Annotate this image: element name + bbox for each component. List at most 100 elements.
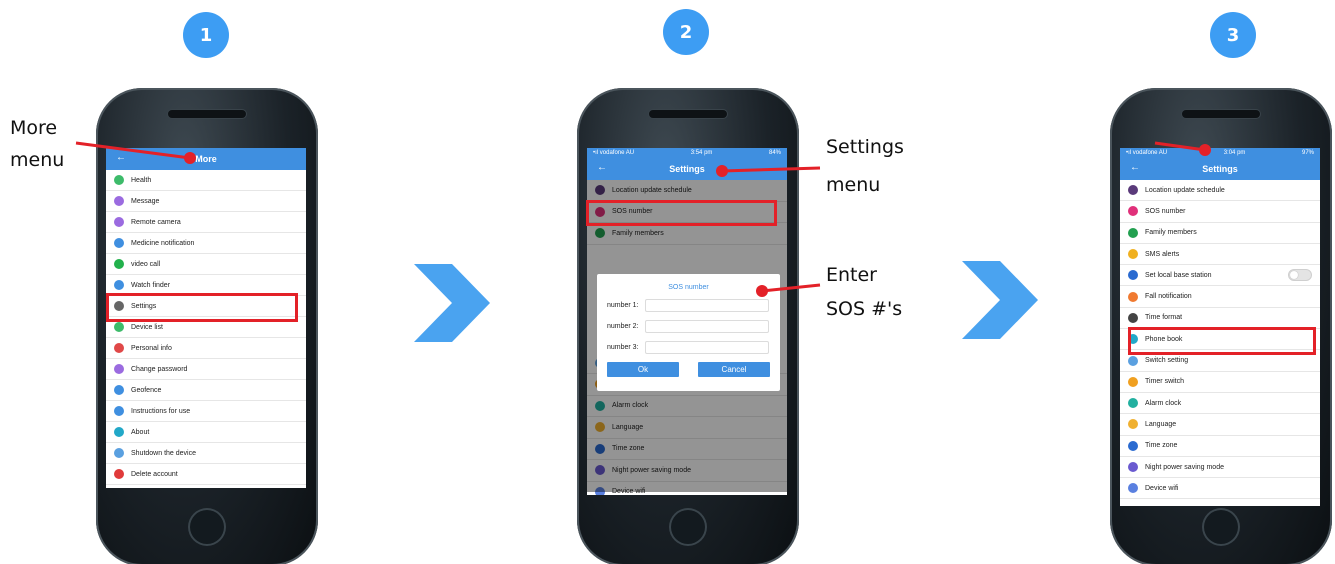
speaker-icon xyxy=(1182,110,1260,118)
list-item[interactable]: Medicine notification xyxy=(106,233,306,254)
number-2-input[interactable] xyxy=(645,320,769,333)
list-item[interactable]: Personal info xyxy=(106,338,306,359)
battery-text: 97% xyxy=(1301,150,1314,156)
list-item-label: Medicine notification xyxy=(131,239,195,247)
number-3-input[interactable] xyxy=(645,341,769,354)
list-item-label: Health xyxy=(131,176,152,184)
list-item-label: Change password xyxy=(131,365,188,373)
step-badge-2: 2 xyxy=(663,9,709,55)
list-item[interactable]: Health xyxy=(106,170,306,191)
chevron-right-icon xyxy=(414,264,490,342)
list-item-label: Delete account xyxy=(131,470,178,478)
list-item[interactable]: Location update schedule xyxy=(1120,180,1320,202)
book-icon xyxy=(114,406,124,416)
back-arrow-icon[interactable]: ← xyxy=(116,152,126,163)
settings-titlebar: ← Settings xyxy=(587,158,787,180)
list-item-label: Remote camera xyxy=(131,218,181,226)
list-item[interactable]: Family members xyxy=(1120,223,1320,244)
list-item-label: Time format xyxy=(1145,314,1183,322)
list-item-label: Shutdown the device xyxy=(131,449,196,457)
sos-number-dialog: SOS number number 1: number 2: number 3:… xyxy=(597,274,780,391)
bell-icon xyxy=(114,238,124,248)
geofence-icon xyxy=(114,385,124,395)
list-item-label: Timer switch xyxy=(1145,378,1185,386)
phone-3: •ıl vodafone AU 3:04 pm 97% ← Settings L… xyxy=(1110,88,1332,564)
list-item[interactable]: Set local base station xyxy=(1120,265,1320,287)
base-station-toggle[interactable] xyxy=(1288,269,1312,282)
list-item[interactable]: Time format xyxy=(1120,308,1320,330)
list-item[interactable]: Geofence xyxy=(106,380,306,401)
base-station-icon xyxy=(1128,270,1138,281)
list-item-label: Message xyxy=(131,197,160,205)
wifi-icon xyxy=(1128,483,1138,494)
callout-more-menu: More menu xyxy=(10,112,64,176)
list-item[interactable]: Shutdown the device xyxy=(106,443,306,464)
list-item[interactable]: Message xyxy=(106,191,306,212)
clock-text: 3:04 pm xyxy=(1223,150,1246,156)
callout-text: SOS #'s xyxy=(826,298,903,320)
number-1-label: number 1: xyxy=(607,302,639,309)
status-bar: •ıl vodafone AU 3:04 pm 97% xyxy=(1120,148,1320,158)
list-item[interactable]: SMS alerts xyxy=(1120,244,1320,266)
list-item[interactable]: Device wifi xyxy=(1120,478,1320,500)
list-item[interactable]: Change password xyxy=(106,359,306,380)
callout-text: More xyxy=(10,117,58,139)
list-item-label: Device list xyxy=(131,323,163,331)
callout-text: Settings xyxy=(826,136,904,158)
list-item[interactable]: Remote camera xyxy=(106,212,306,233)
edit-icon xyxy=(114,364,124,374)
list-item[interactable]: Time zone xyxy=(1120,436,1320,457)
moon-icon xyxy=(1128,462,1138,472)
list-item[interactable]: Instructions for use xyxy=(106,401,306,422)
timer-icon xyxy=(1128,376,1138,387)
cancel-button[interactable]: Cancel xyxy=(698,362,770,377)
family-icon xyxy=(1128,227,1138,238)
camera-icon xyxy=(114,217,124,227)
phone-1: ← More Health Message Remote camera Medicin… xyxy=(96,88,318,564)
page-title: Settings xyxy=(1202,164,1238,174)
home-button[interactable] xyxy=(1202,508,1240,546)
carrier-text: •ıl vodafone AU xyxy=(1126,150,1168,156)
search-icon xyxy=(114,280,124,290)
list-item[interactable]: Timer switch xyxy=(1120,372,1320,393)
list-item-label: Geofence xyxy=(131,386,162,394)
step-badge-3: 3 xyxy=(1210,12,1256,58)
speaker-icon xyxy=(649,110,727,118)
callout-text: Enter xyxy=(826,264,877,286)
list-item-label: Personal info xyxy=(131,344,172,352)
list-item[interactable]: Fall notification xyxy=(1120,286,1320,308)
step-badge-1: 1 xyxy=(183,12,229,58)
number-3-label: number 3: xyxy=(607,344,639,351)
device-icon xyxy=(114,448,124,458)
time-format-icon xyxy=(1128,312,1138,323)
list-item-label: Location update schedule xyxy=(1145,186,1225,194)
alarm-icon xyxy=(1128,398,1138,409)
sms-icon xyxy=(1128,249,1138,260)
back-arrow-icon[interactable]: ← xyxy=(1130,162,1140,173)
ok-button[interactable]: Ok xyxy=(607,362,679,377)
list-item-label: Device wifi xyxy=(1145,484,1179,492)
list-item[interactable]: video call xyxy=(106,254,306,275)
list-item[interactable]: Night power saving mode xyxy=(1120,457,1320,479)
highlight-settings xyxy=(106,293,298,322)
list-item-label: About xyxy=(131,428,150,436)
home-button[interactable] xyxy=(188,508,226,546)
list-item[interactable]: Delete account xyxy=(106,464,306,485)
list-item[interactable]: Alarm clock xyxy=(1120,393,1320,415)
number-1-input[interactable] xyxy=(645,299,769,312)
list-item-label: Night power saving mode xyxy=(1145,463,1224,471)
list-item-label: Switch setting xyxy=(1145,357,1189,365)
list-item-label: Alarm clock xyxy=(1145,399,1182,407)
home-button[interactable] xyxy=(669,508,707,546)
number-2-label: number 2: xyxy=(607,323,639,330)
message-icon xyxy=(114,196,124,206)
list-item[interactable]: SOS number xyxy=(1120,201,1320,223)
sos-icon xyxy=(1128,206,1138,217)
back-arrow-icon[interactable]: ← xyxy=(597,162,607,173)
list-item-label: Language xyxy=(1145,420,1177,428)
page-title: Settings xyxy=(669,164,705,174)
highlight-sos-number xyxy=(586,200,777,226)
fall-icon xyxy=(1128,291,1138,302)
list-item[interactable]: About xyxy=(106,422,306,443)
list-item[interactable]: Language xyxy=(1120,414,1320,436)
